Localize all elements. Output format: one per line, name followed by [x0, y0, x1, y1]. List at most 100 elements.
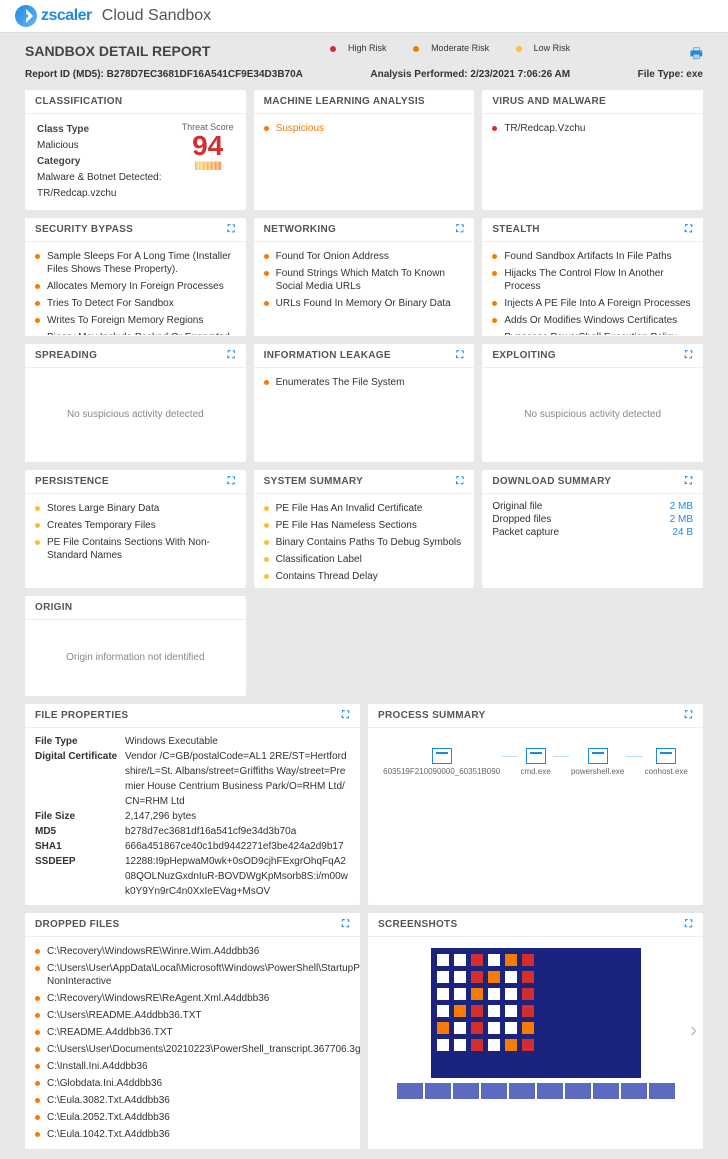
list-item: C:\Users\User\Documents\20210223\PowerSh…	[35, 1041, 350, 1058]
list-item: C:\Recovery\WindowsRE\ReAgent.Xml.A4ddbb…	[35, 990, 350, 1007]
print-icon[interactable]: 🖶	[690, 43, 703, 67]
list-item: C:\README.A4ddbb36.TXT	[35, 1024, 350, 1041]
expand-icon[interactable]: ⛶	[342, 710, 350, 721]
top-bar: zscaler Cloud Sandbox	[0, 0, 728, 33]
expand-icon[interactable]: ⛶	[685, 919, 693, 930]
list-item: Injects A PE File Into A Foreign Process…	[492, 295, 693, 312]
risk-legend: High Risk Moderate Risk Low Risk	[318, 43, 582, 53]
panel-origin: ORIGIN Origin information not identified	[25, 596, 246, 696]
list-item: C:\Eula.2052.Txt.A4ddbb36	[35, 1109, 350, 1126]
download-rows: Original file2 MBDropped files2 MBPacket…	[482, 494, 703, 587]
list-item: Hijacks The Control Flow In Another Proc…	[492, 265, 693, 295]
list-item: Creates License Or Readme File	[264, 585, 465, 587]
property-row: SHA1666a451867ce40c1bd9442271ef3be424a2d…	[35, 839, 350, 854]
list-item: Allocates Memory In Foreign Processes	[35, 278, 236, 295]
panel-spreading: SPREADING⛶ No suspicious activity detect…	[25, 344, 246, 462]
expand-icon[interactable]: ⛶	[456, 350, 464, 361]
expand-icon[interactable]: ⛶	[456, 476, 464, 487]
list-item: PE File Has Nameless Sections	[264, 517, 465, 534]
file-type: File Type: exe	[638, 69, 703, 80]
screenshot-main[interactable]	[431, 948, 641, 1078]
download-row: Original file2 MB	[492, 500, 693, 513]
analysis-performed: Analysis Performed: 2/23/2021 7:06:26 AM	[370, 69, 570, 80]
process-icon	[656, 748, 676, 764]
list-item: TR/Redcap.Vzchu	[492, 120, 693, 137]
list-item: Tries To Detect For Sandbox	[35, 295, 236, 312]
process-icon	[526, 748, 546, 764]
download-size[interactable]: 2 MB	[670, 501, 693, 512]
list-item: URLs Found In Memory Or Binary Data	[264, 295, 465, 312]
list-item: C:\Eula.1042.Txt.A4ddbb36	[35, 1126, 350, 1143]
list-item: Stores Large Binary Data	[35, 500, 236, 517]
download-size[interactable]: 2 MB	[670, 514, 693, 525]
panel-virus-malware: VIRUS AND MALWARE TR/Redcap.Vzchu	[482, 90, 703, 210]
panel-file-properties: FILE PROPERTIES⛶ File TypeWindows Execut…	[25, 704, 360, 905]
list-item: Suspicious	[264, 120, 465, 137]
panel-download-summary: DOWNLOAD SUMMARY⛶ Original file2 MBDropp…	[482, 470, 703, 588]
expand-icon[interactable]: ⛶	[685, 710, 693, 721]
expand-icon[interactable]: ⛶	[456, 224, 464, 235]
expand-icon[interactable]: ⛶	[685, 224, 693, 235]
list-item: C:\Globdata.Ini.A4ddbb36	[35, 1075, 350, 1092]
panel-security-bypass: SECURITY BYPASS⛶ Sample Sleeps For A Lon…	[25, 218, 246, 336]
list-item: Binary May Include Packed Or Encrypted D…	[35, 329, 236, 335]
expand-icon[interactable]: ⛶	[685, 350, 693, 361]
list-item: C:\Recovery\WindowsRE\Winre.Wim.A4ddbb36	[35, 943, 350, 960]
report-id: Report ID (MD5): B278D7EC3681DF16A541CF9…	[25, 69, 303, 80]
property-row: File Size2,147,296 bytes	[35, 809, 350, 824]
threat-score: 94	[182, 132, 234, 160]
panel-exploiting: EXPLOITING⛶ No suspicious activity detec…	[482, 344, 703, 462]
panel-system-summary: SYSTEM SUMMARY⛶ PE File Has An Invalid C…	[254, 470, 475, 588]
list-item: C:\Eula.3082.Txt.A4ddbb36	[35, 1092, 350, 1109]
process-node[interactable]: cmd.exe	[518, 748, 552, 776]
list-item: Writes To Foreign Memory Regions	[35, 312, 236, 329]
list-item: C:\Users\User\AppData\Local\Microsoft\Wi…	[35, 960, 350, 990]
list-item: Contains Thread Delay	[264, 568, 465, 585]
process-node[interactable]: powershell.exe	[569, 748, 626, 776]
panel-persistence: PERSISTENCE⛶ Stores Large Binary DataCre…	[25, 470, 246, 588]
list-item: Found Strings Which Match To Known Socia…	[264, 265, 465, 295]
property-row: File TypeWindows Executable	[35, 734, 350, 749]
property-row: Digital CertificateVendor /C=GB/postalCo…	[35, 749, 350, 809]
score-bar-icon: ||||||||||||||||||||	[182, 160, 234, 170]
list-item: Adds Or Modifies Windows Certificates	[492, 312, 693, 329]
panel-process-summary: PROCESS SUMMARY⛶ 603519F210090000_60351B…	[368, 704, 703, 905]
list-item: Creates Temporary Files	[35, 517, 236, 534]
panel-dropped-files: DROPPED FILES⛶ C:\Recovery\WindowsRE\Win…	[25, 913, 360, 1149]
screenshot-thumbs[interactable]	[378, 1083, 693, 1099]
expand-icon[interactable]: ⛶	[342, 919, 350, 930]
list-item: Found Tor Onion Address	[264, 248, 465, 265]
list-item: Sample Sleeps For A Long Time (Installer…	[35, 248, 236, 278]
panel-stealth: STEALTH⛶ Found Sandbox Artifacts In File…	[482, 218, 703, 336]
chevron-right-icon[interactable]: ›	[690, 1020, 697, 1043]
expand-icon[interactable]: ⛶	[228, 224, 236, 235]
logo-icon	[15, 5, 37, 27]
report-title: SANDBOX DETAIL REPORT	[25, 43, 210, 59]
brand-text: zscaler	[41, 7, 92, 25]
property-row: SSDEEP12288:I9pHepwaM0wk+0sOD9cjhFExgrOh…	[35, 854, 350, 899]
expand-icon[interactable]: ⛶	[228, 350, 236, 361]
panel-screenshots: SCREENSHOTS⛶ ›	[368, 913, 703, 1149]
app-title: Cloud Sandbox	[102, 7, 211, 25]
logo: zscaler	[15, 5, 92, 27]
list-item: C:\Install.Ini.A4ddbb36	[35, 1058, 350, 1075]
process-icon	[588, 748, 608, 764]
list-item: Found Sandbox Artifacts In File Paths	[492, 248, 693, 265]
list-item: Enumerates The File System	[264, 374, 465, 391]
panel-classification: CLASSIFICATION Class Type Malicious Cate…	[25, 90, 246, 210]
process-node[interactable]: 603519F210090000_60351B090	[381, 748, 502, 776]
download-row: Packet capture24 B	[492, 526, 693, 539]
expand-icon[interactable]: ⛶	[228, 476, 236, 487]
panel-ml-analysis: MACHINE LEARNING ANALYSIS Suspicious	[254, 90, 475, 210]
expand-icon[interactable]: ⛶	[685, 476, 693, 487]
process-node[interactable]: conhost.exe	[643, 748, 690, 776]
download-size[interactable]: 24 B	[672, 527, 693, 538]
panel-networking: NETWORKING⛶ Found Tor Onion AddressFound…	[254, 218, 475, 336]
report-header: SANDBOX DETAIL REPORT High Risk Moderate…	[25, 43, 703, 80]
list-item: PE File Has An Invalid Certificate	[264, 500, 465, 517]
list-item: Binary Contains Paths To Debug Symbols	[264, 534, 465, 551]
panel-information-leakage: INFORMATION LEAKAGE⛶ Enumerates The File…	[254, 344, 475, 462]
download-row: Dropped files2 MB	[492, 513, 693, 526]
process-icon	[432, 748, 452, 764]
property-row: MD5b278d7ec3681df16a541cf9e34d3b70a	[35, 824, 350, 839]
